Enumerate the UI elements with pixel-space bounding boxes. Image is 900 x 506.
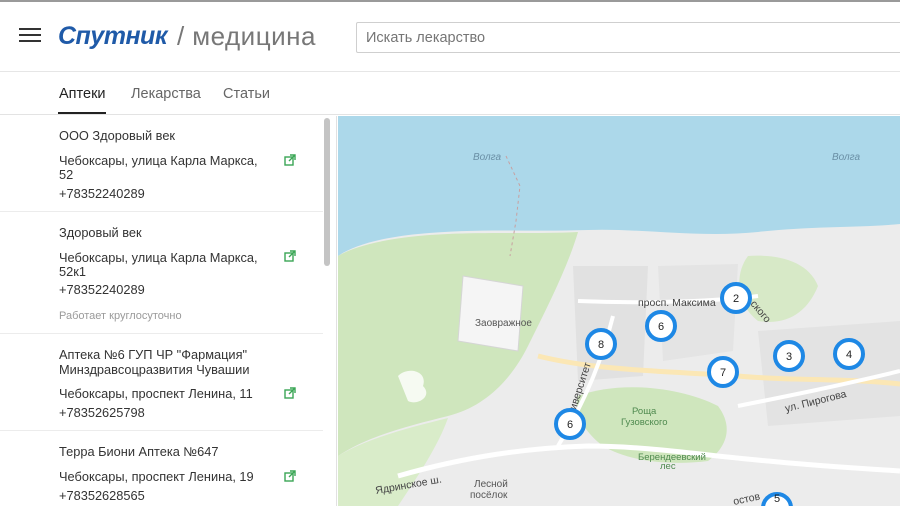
map-view[interactable]: Волга Волга Заовражное просп. Максима ск…: [338, 116, 900, 506]
pharmacy-list[interactable]: ООО Здоровый век Чебоксары, улица Карла …: [0, 116, 337, 506]
label-prospect: просп. Максима: [638, 297, 716, 309]
urban-block-2: [658, 264, 738, 361]
tab-pharmacies[interactable]: Аптеки: [59, 86, 106, 102]
menu-icon[interactable]: [19, 25, 41, 43]
pharmacy-address: Чебоксары, проспект Ленина, 11: [59, 386, 253, 401]
map-cluster[interactable]: 6: [645, 310, 677, 342]
list-item[interactable]: Терра Биони Аптека №647 Чебоксары, просп…: [0, 431, 323, 506]
external-link-icon[interactable]: [284, 250, 296, 262]
settlement-zavrazhnoe: [457, 275, 524, 352]
logo-separator: /: [177, 20, 185, 51]
cluster-count: 5: [774, 493, 780, 505]
pharmacy-phone[interactable]: +78352628565: [59, 488, 145, 503]
urban-block-3: [758, 321, 900, 426]
pharmacy-phone[interactable]: +78352625798: [59, 405, 145, 420]
map-cluster[interactable]: 4: [833, 338, 865, 370]
tab-bar: Аптеки Лекарства Статьи: [0, 73, 900, 115]
site-logo[interactable]: Спутник / медицина: [58, 19, 316, 53]
tab-articles[interactable]: Статьи: [223, 86, 270, 102]
pharmacy-address: Чебоксары, проспект Ленина, 19: [59, 469, 254, 484]
label-roshcha-1: Роща: [632, 406, 657, 417]
label-roshcha-2: Гузовского: [621, 417, 668, 428]
map-cluster[interactable]: 6: [554, 408, 586, 440]
pharmacy-phone[interactable]: +78352240289: [59, 282, 145, 297]
cluster-count: 2: [733, 293, 739, 305]
list-item[interactable]: Аптека №6 ГУП ЧР "Фармация" Минздравсоцр…: [0, 334, 323, 431]
search-input[interactable]: [356, 22, 900, 53]
tab-medicines[interactable]: Лекарства: [131, 86, 201, 102]
pharmacy-hours: Работает круглосуточно: [59, 310, 182, 322]
list-item[interactable]: Здоровый век Чебоксары, улица Карла Марк…: [0, 212, 323, 334]
pharmacy-phone[interactable]: +78352240289: [59, 186, 145, 201]
map-cluster[interactable]: 7: [707, 356, 739, 388]
map-cluster[interactable]: 8: [585, 328, 617, 360]
map-canvas[interactable]: Волга Волга Заовражное просп. Максима ск…: [338, 116, 900, 506]
map-cluster[interactable]: 2: [720, 282, 752, 314]
map-cluster[interactable]: 3: [773, 340, 805, 372]
pharmacy-name: ООО Здоровый век: [59, 128, 176, 143]
cluster-count: 4: [846, 349, 852, 361]
logo-section: медицина: [192, 20, 316, 51]
label-lesnoy-2: посёлок: [470, 490, 508, 501]
logo-brand: Спутник: [58, 21, 168, 50]
cluster-count: 6: [658, 321, 664, 333]
cluster-count: 8: [598, 339, 604, 351]
cluster-count: 6: [567, 419, 573, 431]
external-link-icon[interactable]: [284, 387, 296, 399]
external-link-icon[interactable]: [284, 470, 296, 482]
pharmacy-address: Чебоксары, улица Карла Маркса, 52: [59, 153, 258, 182]
list-scrollbar[interactable]: [324, 118, 330, 266]
pharmacy-name: Терра Биони Аптека №647: [59, 444, 219, 459]
active-tab-indicator: [58, 112, 106, 114]
pharmacy-address: Чебоксары, улица Карла Маркса, 52к1: [59, 250, 258, 279]
list-item[interactable]: ООО Здоровый век Чебоксары, улица Карла …: [0, 116, 323, 212]
pharmacy-name: Здоровый век: [59, 225, 142, 240]
label-zavrazhnoe: Заовражное: [475, 318, 532, 329]
label-volga-2: Волга: [832, 152, 860, 163]
app-header: Спутник / медицина: [0, 2, 900, 72]
label-volga-1: Волга: [473, 152, 501, 163]
cluster-count: 3: [786, 351, 792, 363]
label-lesnoy-1: Лесной: [474, 479, 508, 490]
label-berend-2: лес: [660, 461, 676, 472]
pharmacy-name: Аптека №6 ГУП ЧР "Фармация" Минздравсоцр…: [59, 347, 250, 377]
external-link-icon[interactable]: [284, 154, 296, 166]
cluster-count: 7: [720, 367, 726, 379]
